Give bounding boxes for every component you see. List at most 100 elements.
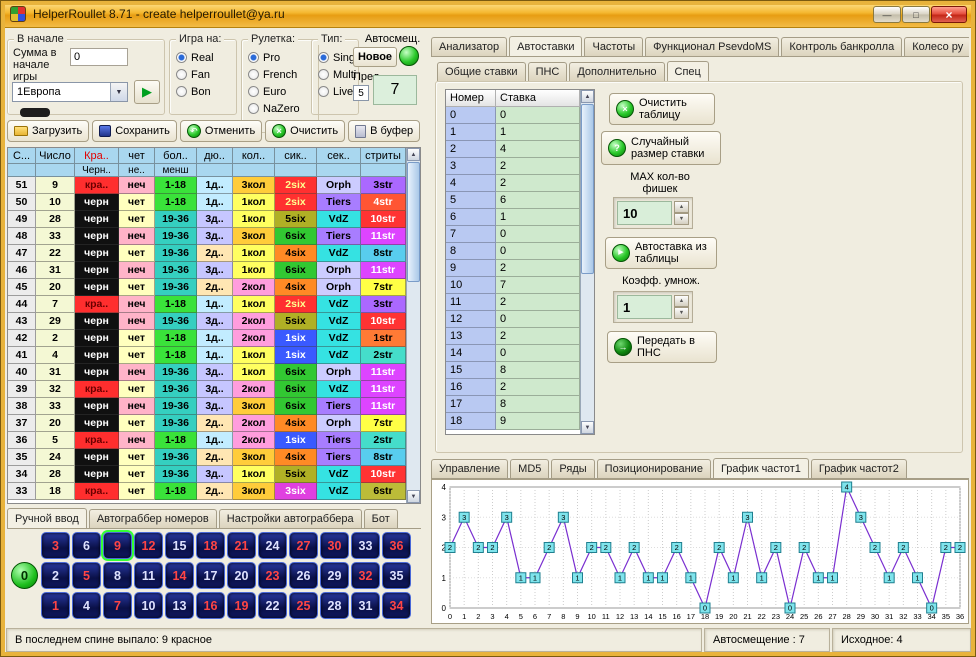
bets-row[interactable]: 162 bbox=[446, 379, 580, 396]
scroll-down-icon[interactable]: ▼ bbox=[581, 421, 594, 434]
tab-pns[interactable]: ПНС bbox=[528, 62, 568, 81]
clear-table-button[interactable]: Очистить таблицу bbox=[609, 93, 715, 125]
autoshift-led-icon[interactable] bbox=[399, 46, 419, 66]
radio-french[interactable]: French bbox=[248, 66, 317, 83]
numpad-7[interactable]: 7 bbox=[103, 592, 132, 619]
tab-general-bets[interactable]: Общие ставки bbox=[437, 62, 526, 81]
bets-row[interactable]: 92 bbox=[446, 260, 580, 277]
history-row[interactable]: 414чернчет1-181д..1кол1sixVdZ2str bbox=[8, 347, 406, 364]
bets-row[interactable]: 107 bbox=[446, 277, 580, 294]
numpad-18[interactable]: 18 bbox=[196, 532, 225, 559]
numpad-2[interactable]: 2 bbox=[41, 562, 70, 589]
tab-bankroll-control[interactable]: Контроль банкролла bbox=[781, 37, 902, 56]
history-row[interactable]: 3833черннеч19-363д..3кол6sixTiers11str bbox=[8, 398, 406, 415]
radio-bon[interactable]: Bon bbox=[176, 83, 235, 100]
bets-row[interactable]: 120 bbox=[446, 311, 580, 328]
history-row[interactable]: 3428чернчет19-363д..1кол5sixVdZ10str bbox=[8, 466, 406, 483]
history-row[interactable]: 3932кра..чет19-363д..2кол6sixVdZ11str bbox=[8, 381, 406, 398]
history-row[interactable]: 3318кра..чет1-182д..3кол3sixVdZ6str bbox=[8, 483, 406, 500]
bets-row[interactable]: 42 bbox=[446, 175, 580, 192]
bets-row[interactable]: 00 bbox=[446, 107, 580, 124]
numpad-23[interactable]: 23 bbox=[258, 562, 287, 589]
bets-row[interactable]: 11 bbox=[446, 124, 580, 141]
bets-scroll-thumb[interactable] bbox=[581, 104, 594, 274]
maximize-button[interactable]: □ bbox=[902, 6, 930, 23]
copy-buffer-button[interactable]: В буфер bbox=[348, 120, 420, 142]
clear-button[interactable]: Очистить bbox=[265, 120, 345, 142]
load-button[interactable]: Загрузить bbox=[7, 120, 89, 142]
numpad-17[interactable]: 17 bbox=[196, 562, 225, 589]
tab-manual-input[interactable]: Ручной ввод bbox=[7, 508, 87, 529]
numpad-33[interactable]: 33 bbox=[351, 532, 380, 559]
numpad-10[interactable]: 10 bbox=[134, 592, 163, 619]
numpad-20[interactable]: 20 bbox=[227, 562, 256, 589]
tab-freq-chart-1[interactable]: График частот1 bbox=[713, 458, 809, 479]
combo-dropdown-icon[interactable]: ▼ bbox=[110, 83, 127, 101]
numpad-28[interactable]: 28 bbox=[320, 592, 349, 619]
history-scroll-thumb[interactable] bbox=[407, 162, 420, 282]
bets-row[interactable]: 158 bbox=[446, 362, 580, 379]
scroll-up-icon[interactable]: ▲ bbox=[407, 148, 420, 161]
tab-md5[interactable]: MD5 bbox=[510, 459, 549, 478]
radio-real[interactable]: Real bbox=[176, 49, 235, 66]
numpad-22[interactable]: 22 bbox=[258, 592, 287, 619]
numpad-9[interactable]: 9 bbox=[103, 532, 132, 559]
tab-number-autograbber[interactable]: Автограббер номеров bbox=[89, 509, 217, 528]
numpad-15[interactable]: 15 bbox=[165, 532, 194, 559]
tab-analyzer[interactable]: Анализатор bbox=[431, 37, 507, 56]
spin-down-icon[interactable]: ▼ bbox=[674, 307, 689, 319]
play-button[interactable]: ▶ bbox=[134, 80, 160, 104]
random-bet-button[interactable]: Случайный размер ставки bbox=[601, 131, 721, 165]
history-row[interactable]: 422чернчет1-181д..2кол1sixVdZ1str bbox=[8, 330, 406, 347]
tab-control[interactable]: Управление bbox=[431, 459, 508, 478]
history-row[interactable]: 3524чернчет19-362д..3кол4sixTiers8str bbox=[8, 449, 406, 466]
radio-nazero[interactable]: NaZero bbox=[248, 100, 317, 117]
numpad-5[interactable]: 5 bbox=[72, 562, 101, 589]
numpad-11[interactable]: 11 bbox=[134, 562, 163, 589]
history-row[interactable]: 519кра..неч1-181д..3кол2sixOrph3str bbox=[8, 177, 406, 194]
numpad-25[interactable]: 25 bbox=[289, 592, 318, 619]
numpad-6[interactable]: 6 bbox=[72, 532, 101, 559]
tab-frequencies[interactable]: Частоты bbox=[584, 37, 643, 56]
bets-row[interactable]: 178 bbox=[446, 396, 580, 413]
numpad-35[interactable]: 35 bbox=[382, 562, 411, 589]
history-row[interactable]: 365кра..неч1-181д..2кол1sixTiers2str bbox=[8, 432, 406, 449]
close-button[interactable]: × bbox=[931, 6, 967, 23]
numpad-26[interactable]: 26 bbox=[289, 562, 318, 589]
numpad-32[interactable]: 32 bbox=[351, 562, 380, 589]
titlebar[interactable]: HelperRoullet 8.71 - create helperroulle… bbox=[1, 1, 975, 28]
new-button[interactable]: Новое bbox=[353, 47, 397, 67]
history-row[interactable]: 4631черннеч19-363д..1кол6sixOrph11str bbox=[8, 262, 406, 279]
bets-row[interactable]: 32 bbox=[446, 158, 580, 175]
numpad-31[interactable]: 31 bbox=[351, 592, 380, 619]
bets-row[interactable]: 132 bbox=[446, 328, 580, 345]
history-row[interactable]: 4833черннеч19-363д..3кол6sixTiers11str bbox=[8, 228, 406, 245]
minimize-button[interactable]: — bbox=[873, 6, 901, 23]
tab-psevdoms[interactable]: Функционал PsevdoMS bbox=[645, 37, 779, 56]
radio-multi[interactable]: Multi bbox=[318, 66, 357, 83]
numpad-21[interactable]: 21 bbox=[227, 532, 256, 559]
numpad-16[interactable]: 16 bbox=[196, 592, 225, 619]
numpad-0[interactable]: 0 bbox=[11, 562, 38, 589]
numpad-34[interactable]: 34 bbox=[382, 592, 411, 619]
radio-pro[interactable]: Pro bbox=[248, 49, 317, 66]
tab-freq-chart-2[interactable]: График частот2 bbox=[811, 459, 907, 478]
spin-up-icon[interactable]: ▲ bbox=[674, 201, 689, 213]
scroll-down-icon[interactable]: ▼ bbox=[407, 490, 420, 503]
bets-row[interactable]: 140 bbox=[446, 345, 580, 362]
history-row[interactable]: 4329черннеч19-363д..2кол5sixVdZ10str bbox=[8, 313, 406, 330]
numpad-36[interactable]: 36 bbox=[382, 532, 411, 559]
history-row[interactable]: 5010чернчет1-181д..1кол2sixTiers4str bbox=[8, 194, 406, 211]
spin-down-icon[interactable]: ▼ bbox=[674, 213, 689, 225]
history-row[interactable]: 4031черннеч19-363д..1кол6sixOrph11str bbox=[8, 364, 406, 381]
numpad-13[interactable]: 13 bbox=[165, 592, 194, 619]
bets-row[interactable]: 24 bbox=[446, 141, 580, 158]
tab-bot[interactable]: Бот bbox=[364, 509, 398, 528]
bets-scrollbar[interactable]: ▲ ▼ bbox=[580, 90, 594, 434]
bets-row[interactable]: 61 bbox=[446, 209, 580, 226]
tab-rows[interactable]: Ряды bbox=[551, 459, 594, 478]
numpad-1[interactable]: 1 bbox=[41, 592, 70, 619]
scroll-up-icon[interactable]: ▲ bbox=[581, 90, 594, 103]
tab-roulette-wheel[interactable]: Колесо ру bbox=[904, 37, 969, 56]
send-pns-button[interactable]: Передать в ПНС bbox=[607, 331, 717, 363]
